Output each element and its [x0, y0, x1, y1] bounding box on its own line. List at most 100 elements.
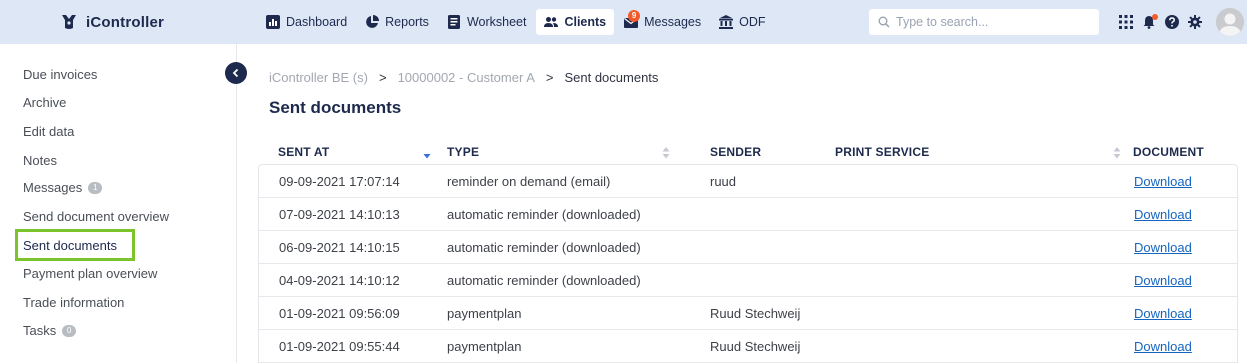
search-input[interactable]	[896, 15, 1086, 29]
column-header-sender: SENDER	[710, 145, 762, 159]
messages-count-badge: 1	[88, 181, 103, 194]
nav-dashboard[interactable]: Dashboard	[258, 9, 355, 35]
download-link[interactable]: Download	[1134, 240, 1192, 255]
chart-icon	[266, 15, 280, 29]
table-row: 04-09-2021 14:10:12 automatic reminder (…	[259, 264, 1237, 297]
cell-type: automatic reminder (downloaded)	[447, 240, 641, 255]
messages-badge: 9	[628, 10, 641, 22]
download-link[interactable]: Download	[1134, 273, 1192, 288]
sidebar-item-label: Tasks	[23, 323, 57, 338]
sort-icon[interactable]	[1113, 146, 1121, 160]
breadcrumb: iController BE (s) > 10000002 - Customer…	[269, 70, 658, 85]
help-icon[interactable]	[1164, 14, 1180, 30]
nav-worksheet-label: Worksheet	[466, 15, 527, 29]
sent-documents-table: 09-09-2021 17:07:14 reminder on demand (…	[258, 164, 1238, 363]
top-bar: iController Dashboard Reports Worksheet …	[0, 0, 1247, 44]
search-box[interactable]	[869, 9, 1099, 35]
breadcrumb-customer[interactable]: 10000002 - Customer A	[398, 70, 535, 85]
notification-dot	[1152, 14, 1158, 20]
cell-sent-at: 01-09-2021 09:55:44	[279, 339, 400, 354]
avatar-icon	[1216, 8, 1244, 36]
logo-icon	[62, 15, 76, 29]
table-row: 01-09-2021 09:56:09 paymentplan Ruud Ste…	[259, 297, 1237, 330]
nav-messages[interactable]: 9 Messages	[616, 9, 709, 35]
users-icon	[544, 17, 559, 27]
nav-messages-label: Messages	[644, 15, 702, 29]
user-avatar[interactable]	[1216, 8, 1244, 36]
cell-type: paymentplan	[447, 306, 522, 321]
top-icons	[1118, 10, 1210, 34]
cell-type: paymentplan	[447, 339, 522, 354]
table-row: 07-09-2021 14:10:13 automatic reminder (…	[259, 198, 1237, 231]
sidebar-item-label: Send document overview	[23, 209, 169, 224]
sidebar-item-label: Sent documents	[23, 238, 117, 253]
sidebar-item-label: Edit data	[23, 124, 75, 139]
worksheet-icon	[447, 15, 460, 29]
table-row: 01-09-2021 09:55:44 paymentplan Ruud Ste…	[259, 330, 1237, 363]
chevron-left-icon	[232, 68, 239, 78]
breadcrumb-separator: >	[545, 70, 554, 85]
cell-sent-at: 04-09-2021 14:10:12	[279, 273, 400, 288]
cell-sent-at: 06-09-2021 14:10:15	[279, 240, 400, 255]
sidebar-item-label: Notes	[23, 153, 57, 168]
bell-icon[interactable]	[1141, 14, 1158, 30]
sidebar-item-notes[interactable]: Notes	[23, 153, 57, 168]
cell-sender: ruud	[710, 174, 737, 189]
gear-icon[interactable]	[1187, 14, 1203, 30]
nav-dashboard-label: Dashboard	[286, 15, 348, 29]
cell-sender: Ruud Stechweij	[710, 339, 801, 354]
nav-clients[interactable]: Clients	[536, 9, 615, 35]
app-logo[interactable]: iController	[60, 12, 164, 32]
sidebar-item-tasks[interactable]: Tasks 0	[23, 323, 77, 338]
cell-type: automatic reminder (downloaded)	[447, 207, 641, 222]
column-header-type[interactable]: TYPE	[447, 145, 479, 159]
sidebar-item-trade-information[interactable]: Trade information	[23, 295, 124, 310]
pie-chart-icon	[366, 15, 380, 28]
table-row: 09-09-2021 17:07:14 reminder on demand (…	[259, 165, 1237, 198]
search-icon	[878, 16, 890, 28]
sidebar-item-label: Archive	[23, 95, 67, 110]
column-header-sent-at[interactable]: SENT AT	[278, 145, 329, 159]
tasks-count-badge: 0	[62, 324, 77, 337]
bank-icon	[719, 15, 734, 29]
column-header-print-service: PRINT SERVICE	[835, 145, 930, 159]
sort-desc-icon[interactable]	[423, 146, 431, 160]
nav-reports-label: Reports	[385, 15, 429, 29]
nav-clients-label: Clients	[564, 15, 607, 29]
download-link[interactable]: Download	[1134, 174, 1192, 189]
breadcrumb-separator: >	[378, 70, 387, 85]
sidebar-item-due-invoices[interactable]: Due invoices	[23, 67, 97, 82]
column-header-document: DOCUMENT	[1133, 145, 1204, 159]
nav-odf[interactable]: ODF	[711, 9, 773, 35]
breadcrumb-current: Sent documents	[564, 70, 659, 85]
breadcrumb-company[interactable]: iController BE (s)	[269, 70, 368, 85]
nav-worksheet[interactable]: Worksheet	[439, 9, 535, 35]
sidebar-item-sent-documents[interactable]: Sent documents	[23, 238, 117, 253]
cell-sent-at: 01-09-2021 09:56:09	[279, 306, 400, 321]
cell-type: automatic reminder (downloaded)	[447, 273, 641, 288]
sort-icon[interactable]	[662, 146, 670, 160]
nav-odf-label: ODF	[739, 15, 766, 29]
sidebar-item-label: Payment plan overview	[23, 266, 158, 281]
table-row: 06-09-2021 14:10:15 automatic reminder (…	[259, 231, 1237, 264]
main-nav: Dashboard Reports Worksheet Clients 9 Me…	[258, 8, 776, 36]
download-link[interactable]: Download	[1134, 306, 1192, 321]
apps-grid-icon[interactable]	[1118, 14, 1134, 30]
cell-sender: Ruud Stechweij	[710, 306, 801, 321]
sidebar-item-label: Trade information	[23, 295, 125, 310]
sidebar-item-archive[interactable]: Archive	[23, 95, 66, 110]
app-name: iController	[86, 13, 165, 31]
download-link[interactable]: Download	[1134, 207, 1192, 222]
sidebar-item-label: Messages	[23, 180, 83, 195]
cell-type: reminder on demand (email)	[447, 174, 611, 189]
sidebar-item-edit-data[interactable]: Edit data	[23, 124, 74, 139]
sidebar	[0, 44, 237, 363]
nav-reports[interactable]: Reports	[357, 9, 437, 35]
sidebar-item-payment-plan-overview[interactable]: Payment plan overview	[23, 266, 157, 281]
sidebar-item-messages[interactable]: Messages 1	[23, 180, 103, 195]
sidebar-item-send-document-overview[interactable]: Send document overview	[23, 209, 169, 224]
sidebar-item-label: Due invoices	[23, 67, 98, 82]
collapse-sidebar-button[interactable]	[225, 62, 247, 84]
download-link[interactable]: Download	[1134, 339, 1192, 354]
cell-sent-at: 09-09-2021 17:07:14	[279, 174, 400, 189]
